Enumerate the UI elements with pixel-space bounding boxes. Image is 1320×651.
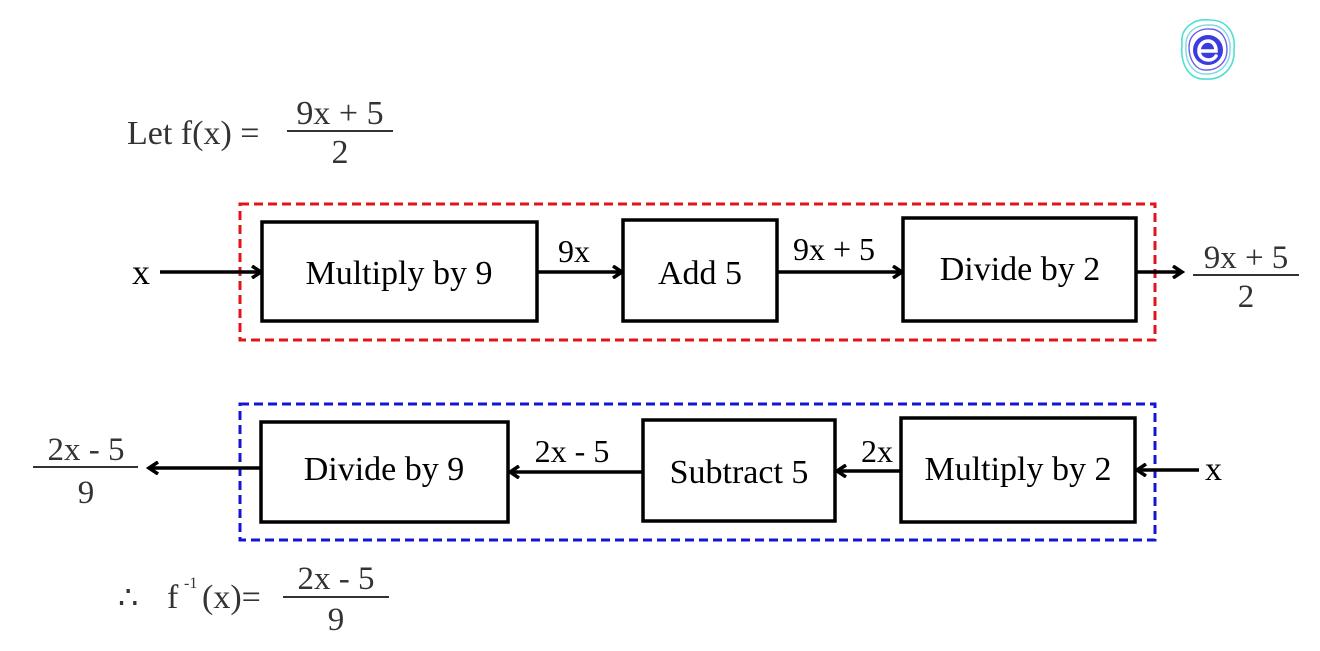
therefore-symbol: ∴	[118, 579, 138, 615]
conclusion-numerator: 2x - 5	[298, 561, 375, 597]
definition-numerator: 9x + 5	[296, 95, 383, 132]
forward-output-denominator: 2	[1238, 279, 1255, 315]
inverse-intermediate-2x: 2x	[861, 433, 893, 469]
conclusion-denominator: 9	[328, 602, 345, 638]
inverse-output-denominator: 9	[78, 475, 95, 511]
step-add-5-label: Add 5	[658, 255, 742, 292]
forward-output-numerator: 9x + 5	[1204, 240, 1289, 276]
forward-intermediate-9x-plus-5: 9x + 5	[793, 231, 875, 267]
embibe-logo-icon	[1181, 19, 1235, 80]
forward-intermediate-9x: 9x	[558, 233, 590, 269]
definition-denominator: 2	[332, 134, 349, 171]
inverse-output-numerator: 2x - 5	[48, 432, 125, 468]
step-divide-by-2-label: Divide by 2	[940, 251, 1101, 288]
conclusion-argument: (x)=	[202, 579, 261, 616]
inverse-intermediate-2x-minus-5: 2x - 5	[535, 433, 610, 469]
forward-input-label: x	[132, 252, 150, 292]
definition-prefix: Let f(x) =	[127, 115, 259, 152]
conclusion-f: f	[167, 579, 179, 616]
step-multiply-by-9-label: Multiply by 9	[305, 255, 492, 292]
inverse-function-diagram: Let f(x) = 9x + 5 2 x Multiply by 9 9x A…	[33, 19, 1299, 638]
inverse-conclusion: ∴ f -1 (x)= 2x - 5 9	[118, 561, 389, 638]
step-divide-by-9-label: Divide by 9	[304, 451, 465, 488]
step-multiply-by-2-label: Multiply by 2	[924, 451, 1111, 488]
inverse-pipeline: x Multiply by 2 2x Subtract 5 2x - 5 Div…	[33, 402, 1222, 542]
forward-pipeline: x Multiply by 9 9x Add 5 9x + 5 Divide b…	[132, 202, 1299, 342]
inverse-input-label: x	[1205, 451, 1222, 488]
function-definition: Let f(x) = 9x + 5 2	[127, 95, 393, 171]
conclusion-superscript: -1	[184, 575, 197, 592]
step-subtract-5-label: Subtract 5	[670, 454, 809, 491]
